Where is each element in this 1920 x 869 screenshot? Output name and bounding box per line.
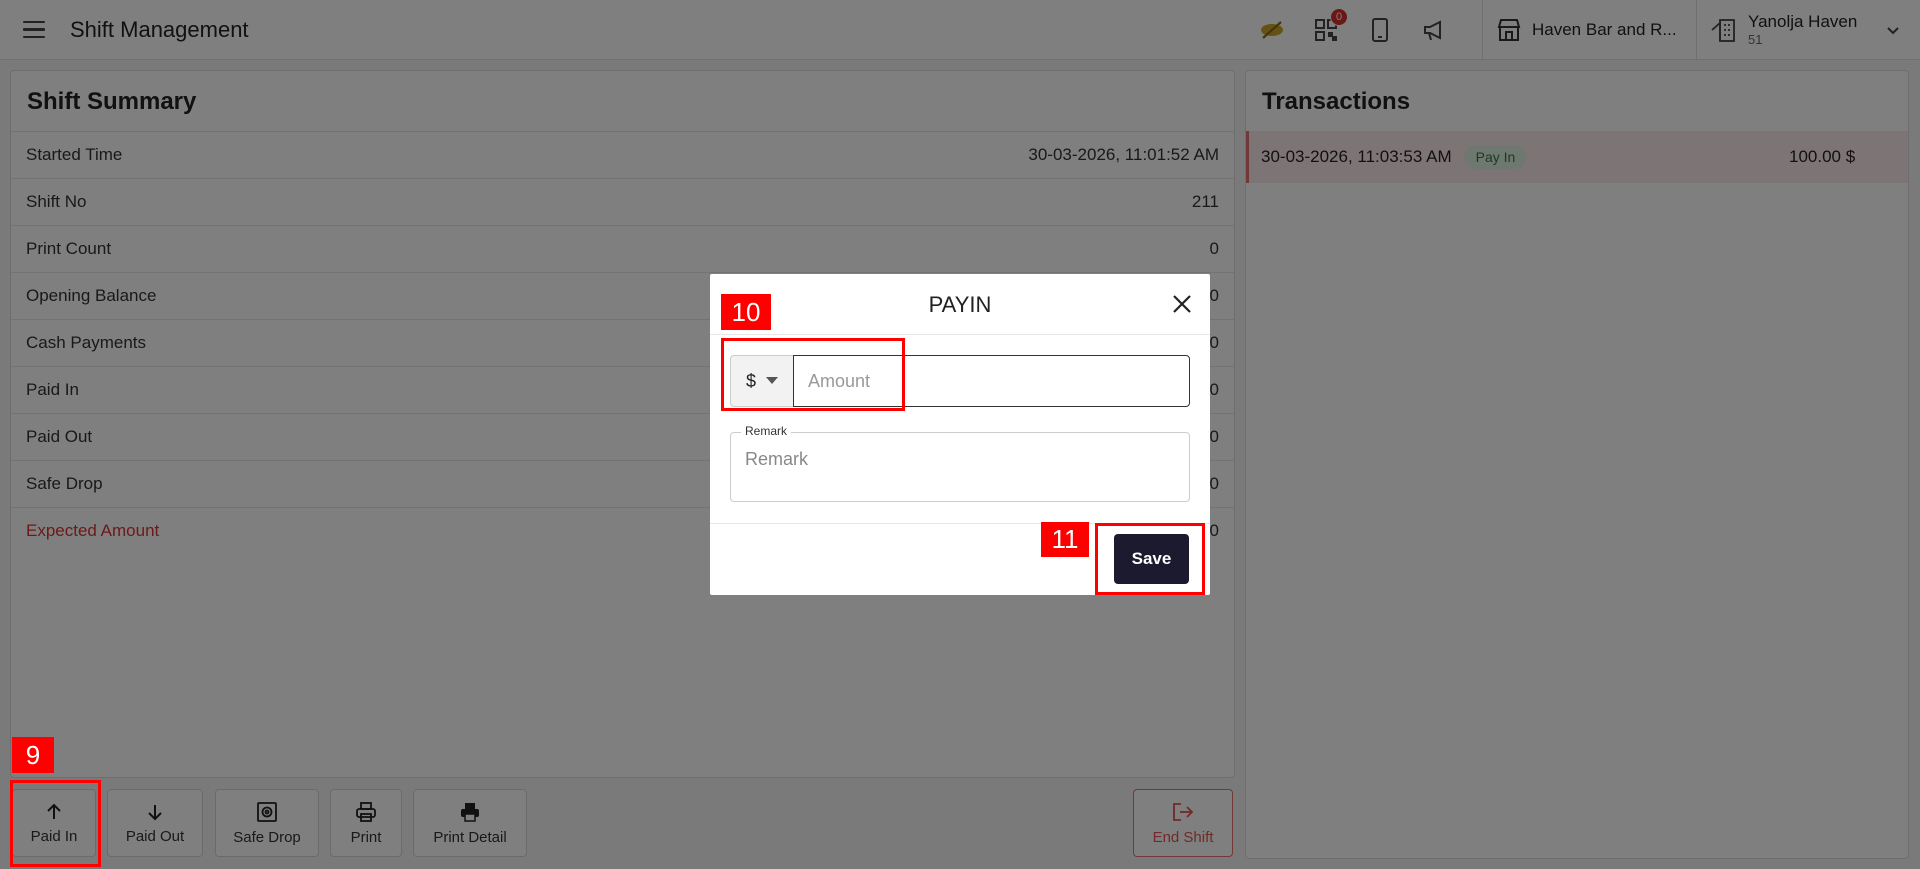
highlight-box-10 xyxy=(721,338,905,411)
dialog-title: PAYIN xyxy=(928,292,992,317)
remark-field[interactable]: Remark xyxy=(730,424,1190,502)
step-label-10: 10 xyxy=(721,294,771,330)
step-label-11: 11 xyxy=(1041,522,1089,557)
remark-input[interactable] xyxy=(745,449,1175,470)
close-icon[interactable] xyxy=(1168,290,1196,318)
step-label-9: 9 xyxy=(12,737,54,773)
remark-label: Remark xyxy=(741,424,792,438)
highlight-box-9 xyxy=(10,780,101,867)
highlight-box-11 xyxy=(1095,523,1205,595)
